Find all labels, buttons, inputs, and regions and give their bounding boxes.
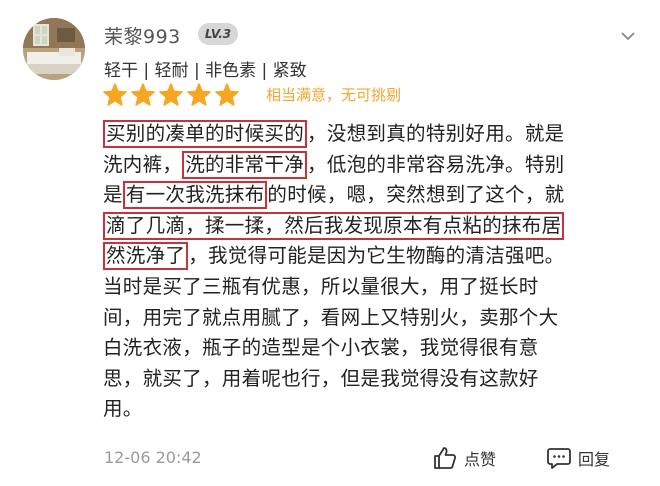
review-line: 思，就买了，用着呢也行，但是我觉得没有这款好: [103, 364, 635, 395]
review-text-segment: 洗内裤，: [103, 152, 183, 176]
review-text-segment: 的时候，嗯，突然想到了这个，就: [267, 183, 565, 207]
star-icon: [103, 83, 127, 106]
user-avatar[interactable]: [23, 18, 85, 80]
star-icon: [187, 83, 211, 106]
review-text-segment: 白洗衣液，瓶子的造型是个小衣裳，我觉得很有意: [103, 336, 539, 360]
review-card: 茉黎993 LV.3 轻干 | 轻耐 | 非色素 | 紧致 相当满意，无可挑剔 …: [0, 0, 660, 486]
review-line: 然洗净了 ，我觉得可能是因为它生物酶的清洁强吧。: [103, 241, 635, 272]
highlighted-phrase: 买别的凑单的时候买的: [103, 120, 308, 148]
username[interactable]: 茉黎993: [104, 22, 181, 49]
comment-icon: [547, 448, 571, 469]
star-icon: [131, 83, 155, 106]
review-text-segment: 思，就买了，用着呢也行，但是我觉得没有这款好: [103, 366, 539, 390]
rating-label: 相当满意，无可挑剔: [266, 86, 402, 104]
star-icon: [215, 83, 239, 106]
review-timestamp: 12-06 20:42: [104, 448, 202, 467]
review-line: 用。: [103, 394, 635, 425]
review-line: 是有一次我洗抹布 的时候，嗯，突然想到了这个，就: [103, 180, 635, 211]
review-text-segment: ，低泡的非常容易洗净。特别: [307, 152, 565, 176]
highlighted-phrase: 洗的非常干净: [182, 150, 308, 179]
avatar-image: [23, 18, 85, 80]
review-text-segment: 用。: [103, 397, 143, 421]
highlighted-phrase: 然洗净了: [103, 242, 189, 271]
chevron-down-icon[interactable]: [620, 28, 636, 44]
review-line: 当时是买了三瓶有优惠，所以量很大，用了挺长时: [103, 272, 635, 303]
star-icon: [159, 83, 183, 106]
star-rating: [102, 83, 240, 107]
product-tags: 轻干 | 轻耐 | 非色素 | 紧致: [104, 61, 307, 81]
review-text-segment: ，没想到真的特别好用。就是: [307, 122, 565, 145]
highlighted-phrase: 滴了几滴，揉一揉，然后我发现原本有点粘的抹布居: [103, 211, 565, 240]
thumbs-up-icon: [434, 447, 457, 469]
review-line: 间，用完了就点用腻了，看网上又特别火，卖那个大: [103, 303, 635, 334]
reply-label: 回复: [578, 450, 611, 469]
like-button[interactable]: 点赞: [432, 446, 496, 470]
review-text-segment: 是: [103, 183, 123, 207]
review-line: 白洗衣液，瓶子的造型是个小衣裳，我觉得很有意: [103, 333, 635, 364]
like-label: 点赞: [464, 450, 497, 469]
review-line: 滴了几滴，揉一揉，然后我发现原本有点粘的抹布居: [103, 211, 635, 242]
highlighted-phrase: 有一次我洗抹布: [122, 181, 268, 210]
review-text-segment: 间，用完了就点用腻了，看网上又特别火，卖那个大: [103, 305, 559, 329]
review-text-segment: ，我觉得可能是因为它生物酶的清洁强吧。: [188, 244, 565, 268]
review-line: 洗内裤， 洗的非常干净 ，低泡的非常容易洗净。特别: [103, 150, 635, 181]
review-text: 买别的凑单的时候买的 ，没想到真的特别好用。就是 洗内裤， 洗的非常干净 ，低泡的非常容…: [103, 119, 635, 425]
review-line: 买别的凑单的时候买的 ，没想到真的特别好用。就是: [103, 119, 635, 150]
review-text-segment: 当时是买了三瓶有优惠，所以量很大，用了挺长时: [103, 274, 539, 298]
level-badge: LV.3: [198, 23, 238, 45]
reply-button[interactable]: 回复: [546, 446, 610, 470]
